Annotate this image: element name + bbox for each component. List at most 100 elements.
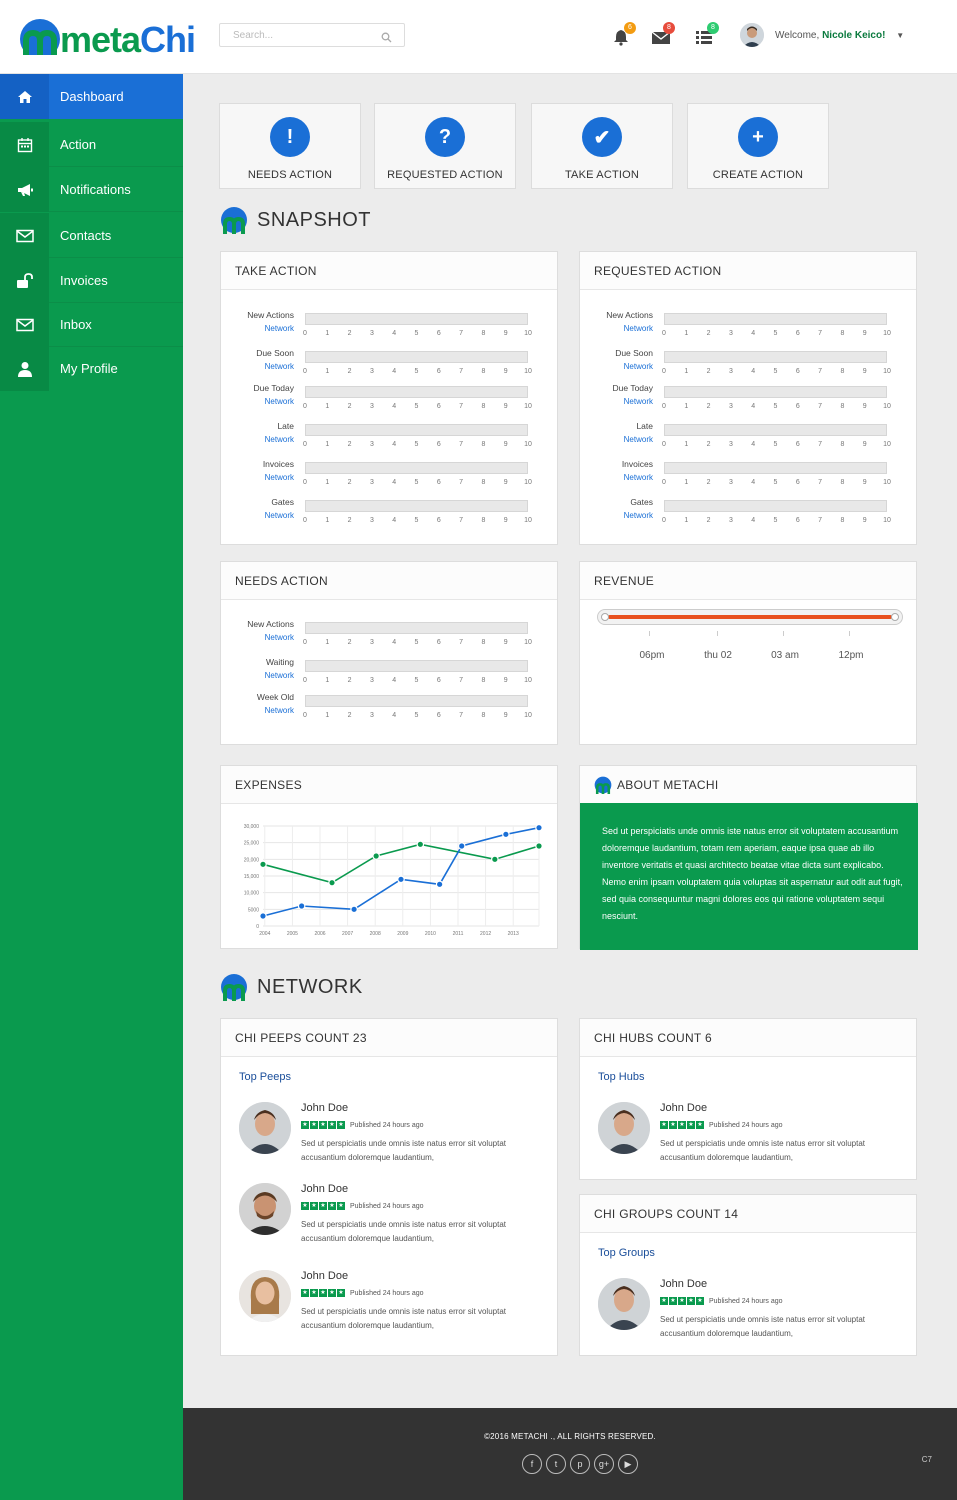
bar-subtitle[interactable]: Network: [256, 360, 294, 373]
chi-peeps-panel: CHI PEEPS COUNT 23 Top Peeps John Doe ★ ★…: [220, 1018, 558, 1356]
facebook-icon[interactable]: f: [522, 1454, 542, 1474]
search-input[interactable]: [233, 24, 383, 46]
sidebar-item-notifications[interactable]: Notifications: [0, 167, 183, 212]
sidebar-item-label: Dashboard: [60, 89, 124, 104]
sidebar-item-my-profile[interactable]: My Profile: [0, 346, 183, 391]
tick-label: 10: [883, 517, 891, 524]
twitter-icon[interactable]: t: [546, 1454, 566, 1474]
sidebar-item-invoices[interactable]: Invoices: [0, 258, 183, 303]
y-tick-label: 5000: [248, 907, 259, 913]
metachi-mark-icon: [221, 974, 247, 1001]
peep-item[interactable]: John Doe ★ ★ ★ ★ ★ Published 24 hours ago Se…: [239, 1270, 539, 1350]
tick-label: 2: [347, 677, 352, 684]
bar-subtitle[interactable]: Network: [254, 395, 294, 408]
bar-title: New Actions: [247, 619, 294, 629]
tick-label: 0: [303, 479, 307, 486]
tick-scale: 0 1 2 3 4 5 6 7 8 9 10: [303, 368, 532, 377]
top-groups-link[interactable]: Top Groups: [598, 1247, 655, 1259]
bar-subtitle[interactable]: Network: [624, 433, 653, 446]
peep-description: Sed ut perspiciatis unde omnis iste natu…: [301, 1220, 506, 1243]
create-action-button[interactable]: + CREATE ACTION: [687, 103, 829, 189]
bar-subtitle[interactable]: Network: [247, 631, 294, 644]
welcome-menu[interactable]: Welcome, Nicole Keico! ▼: [775, 30, 904, 41]
tick-label: 1: [325, 517, 330, 524]
youtube-icon[interactable]: ▶: [618, 1454, 638, 1474]
googleplus-icon[interactable]: g+: [594, 1454, 614, 1474]
rating-stars: ★ ★ ★ ★ ★: [301, 1121, 345, 1129]
search-icon[interactable]: [381, 30, 392, 48]
tick-label: 7: [459, 368, 464, 375]
peep-item[interactable]: John Doe ★ ★ ★ ★ ★ Published 24 hours ago Se…: [239, 1183, 539, 1263]
requested-action-button[interactable]: ? REQUESTED ACTION: [374, 103, 516, 189]
tick-label: 9: [862, 403, 867, 410]
bar-subtitle[interactable]: Network: [615, 360, 653, 373]
bar-subtitle[interactable]: Network: [265, 509, 294, 522]
bar-subtitle[interactable]: Network: [622, 471, 653, 484]
tick-label: 6: [795, 330, 800, 337]
peep-item[interactable]: John Doe ★ ★ ★ ★ ★ Published 24 hours ago Se…: [239, 1102, 539, 1182]
bar-subtitle[interactable]: Network: [263, 471, 294, 484]
tick-label: 7: [459, 639, 464, 646]
top-peeps-link[interactable]: Top Peeps: [239, 1071, 291, 1083]
tick-label: 8: [481, 677, 486, 684]
data-point: [502, 830, 510, 839]
peep-name: John Doe: [301, 1270, 349, 1282]
logo[interactable]: metaChi: [18, 14, 196, 60]
needs-action-button[interactable]: ! NEEDS ACTION: [219, 103, 361, 189]
x-tick-label: 2010: [425, 931, 436, 937]
tick-label: 5: [414, 330, 419, 337]
group-item[interactable]: John Doe ★ ★ ★ ★ ★ Published 24 hours ago Se…: [598, 1278, 898, 1358]
slider-handle-left[interactable]: [601, 613, 609, 621]
revenue-range-slider[interactable]: [597, 609, 903, 625]
bar-subtitle[interactable]: Network: [613, 395, 653, 408]
bell-icon[interactable]: 6: [612, 22, 636, 46]
bar-subtitle[interactable]: Network: [265, 433, 294, 446]
progress-bar: [664, 313, 887, 325]
bar-subtitle[interactable]: Network: [265, 669, 294, 682]
tasks-icon[interactable]: 8: [695, 22, 719, 46]
hub-item[interactable]: John Doe ★ ★ ★ ★ ★ Published 24 hours ago Se…: [598, 1102, 898, 1182]
tick-label: 5: [773, 479, 778, 486]
x-tick-label: 2005: [287, 931, 298, 937]
bar-subtitle[interactable]: Network: [247, 322, 294, 335]
tick-label: 0: [303, 639, 307, 646]
bar-subtitle[interactable]: Network: [257, 704, 294, 717]
bar-row: New Actions Network 0 1 2 3 4 5 6 7 8 9 10: [580, 309, 918, 347]
slider-handle-right[interactable]: [891, 613, 899, 621]
x-tick-label: 2011: [453, 931, 464, 937]
tick-label: 9: [862, 441, 867, 448]
tick-label: 10: [524, 677, 532, 684]
tick-label: 10: [883, 441, 891, 448]
panel-title: CHI PEEPS COUNT 23: [221, 1019, 557, 1057]
progress-bar: [305, 351, 528, 363]
top-hubs-link[interactable]: Top Hubs: [598, 1071, 644, 1083]
chevron-down-icon[interactable]: ▼: [896, 31, 904, 40]
tick-label: 7: [459, 712, 464, 719]
pinterest-icon[interactable]: p: [570, 1454, 590, 1474]
tick-label: 7: [818, 441, 823, 448]
tick-label: 9: [862, 330, 867, 337]
bar-subtitle[interactable]: Network: [624, 509, 653, 522]
bar-label: Due Today Network: [254, 382, 294, 408]
bar-label: Due Soon Network: [256, 347, 294, 373]
bar-title: New Actions: [606, 310, 653, 320]
tick-scale: 0 1 2 3 4 5 6 7 8 9 10: [662, 330, 891, 339]
tick-label: 10: [524, 639, 532, 646]
sidebar-item-dashboard[interactable]: Dashboard: [0, 74, 183, 119]
tick-label: 2: [706, 517, 711, 524]
tick-scale: 0 1 2 3 4 5 6 7 8 9 10: [303, 330, 532, 339]
bar-title: Invoices: [621, 459, 653, 469]
tick-label: 9: [503, 677, 508, 684]
sidebar-item-action[interactable]: Action: [0, 122, 183, 167]
avatar: [239, 1183, 291, 1235]
sidebar-item-inbox[interactable]: Inbox: [0, 302, 183, 347]
tick-label: 2: [347, 639, 352, 646]
published-time: Published 24 hours ago: [709, 1298, 783, 1305]
sidebar-item-contacts[interactable]: Contacts: [0, 213, 183, 258]
bar-title: Due Today: [253, 383, 294, 393]
mail-icon[interactable]: 8: [651, 22, 675, 46]
bar-row: Week Old Network 0 1 2 3 4 5 6 7 8 9 10: [221, 691, 559, 729]
take-action-button[interactable]: ✔ TAKE ACTION: [531, 103, 673, 189]
bar-subtitle[interactable]: Network: [606, 322, 653, 335]
avatar[interactable]: [740, 23, 764, 47]
